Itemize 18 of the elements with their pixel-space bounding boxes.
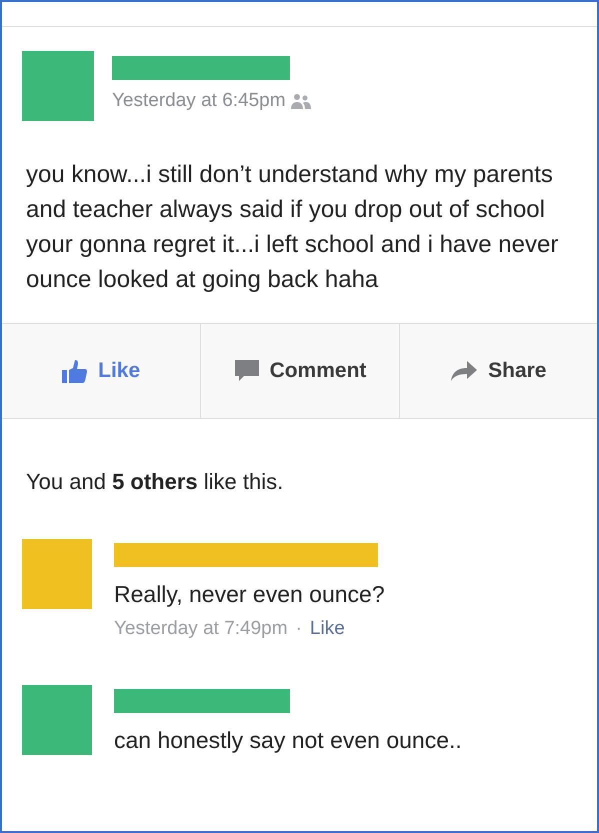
- post-text: you know...i still don’t understand why my parents and teacher always said if you drop out of school your gonna regret it...i left school and i have never ounce looked at going back haha: [25, 160, 560, 295]
- like-link[interactable]: Like: [310, 618, 345, 640]
- likes-summary: You and 5 others like this.: [25, 468, 284, 495]
- comment-button[interactable]: Comment: [200, 324, 399, 418]
- comment-text: Really, never even ounce?: [114, 581, 385, 608]
- share-arrow-icon: [450, 360, 478, 382]
- post-time: Yesterday at 6:45pm: [112, 90, 286, 112]
- separator-dot: ·: [296, 618, 302, 640]
- speech-bubble-icon: [234, 359, 260, 383]
- comment-text: can honestly say not even ounce..: [114, 727, 462, 754]
- friends-icon: [290, 93, 311, 109]
- avatar[interactable]: [22, 685, 92, 755]
- thumbs-up-icon: [62, 358, 88, 384]
- avatar[interactable]: [22, 539, 92, 609]
- comment-time: Yesterday at 7:49pm: [114, 618, 288, 640]
- avatar[interactable]: [22, 51, 94, 121]
- like-button[interactable]: Like: [2, 324, 200, 418]
- share-button[interactable]: Share: [398, 324, 597, 418]
